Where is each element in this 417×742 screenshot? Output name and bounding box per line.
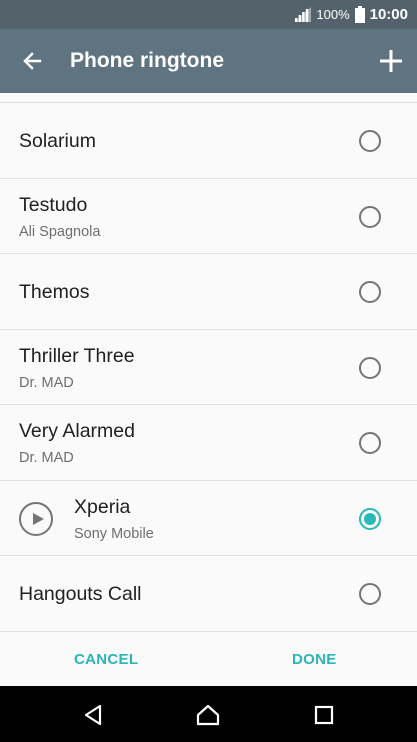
cancel-button[interactable]: CANCEL bbox=[74, 651, 138, 668]
nav-back-button[interactable] bbox=[78, 700, 108, 730]
back-button[interactable] bbox=[14, 43, 50, 79]
ringtone-artist: Sony Mobile bbox=[74, 525, 154, 542]
ringtone-artist: Ali Spagnola bbox=[19, 223, 101, 240]
radio-button-selected[interactable] bbox=[359, 507, 381, 530]
triangle-back-icon bbox=[84, 704, 102, 726]
status-indicators: 100% 10:00 bbox=[294, 0, 408, 29]
ringtone-title: Testudo bbox=[19, 193, 88, 216]
radio-button[interactable] bbox=[359, 432, 381, 454]
arrow-back-icon bbox=[23, 52, 42, 70]
radio-button[interactable] bbox=[359, 130, 381, 152]
radio-button[interactable] bbox=[359, 356, 381, 379]
ringtone-item-themos[interactable]: Themos bbox=[0, 254, 417, 330]
ringtone-title: Very Alarmed bbox=[19, 420, 135, 442]
ringtone-title: Xperia bbox=[74, 495, 131, 518]
ringtone-item-very-alarmed[interactable]: Very Alarmed Dr. MAD bbox=[0, 405, 417, 481]
ringtone-item-thriller-three[interactable]: Thriller Three Dr. MAD bbox=[0, 330, 417, 405]
ringtone-item-testudo[interactable]: Testudo Ali Spagnola bbox=[0, 179, 417, 254]
ringtone-title: Solarium bbox=[19, 130, 96, 152]
play-circle-icon[interactable] bbox=[19, 501, 53, 536]
ringtone-item-hangouts-call[interactable]: Hangouts Call bbox=[0, 556, 417, 632]
battery-icon bbox=[354, 6, 365, 23]
add-ringtone-button[interactable] bbox=[373, 43, 409, 79]
status-time: 10:00 bbox=[369, 6, 408, 23]
ringtone-title: Themos bbox=[19, 281, 90, 303]
battery-percentage: 100% bbox=[316, 7, 350, 22]
nav-recents-button[interactable] bbox=[309, 700, 339, 730]
dialog-actions: CANCEL DONE bbox=[0, 632, 417, 686]
ringtone-item-xperia[interactable]: Xperia Sony Mobile bbox=[0, 481, 417, 556]
ringtone-list[interactable]: Solarium Testudo Ali Spagnola Themos Thr… bbox=[0, 102, 417, 632]
home-icon bbox=[196, 704, 220, 726]
radio-button[interactable] bbox=[359, 281, 381, 303]
ringtone-item-solarium[interactable]: Solarium bbox=[0, 103, 417, 179]
square-recents-icon bbox=[314, 705, 334, 725]
radio-button[interactable] bbox=[359, 583, 381, 605]
radio-button[interactable] bbox=[359, 205, 381, 228]
ringtone-artist: Dr. MAD bbox=[19, 374, 74, 391]
signal-icon bbox=[294, 7, 312, 22]
navigation-bar bbox=[0, 686, 417, 742]
status-bar: 100% 10:00 bbox=[0, 0, 417, 29]
ringtone-title: Thriller Three bbox=[19, 344, 135, 367]
page-title: Phone ringtone bbox=[70, 49, 224, 72]
ringtone-title: Hangouts Call bbox=[19, 583, 142, 605]
nav-home-button[interactable] bbox=[193, 700, 223, 730]
plus-icon bbox=[380, 50, 402, 72]
ringtone-artist: Dr. MAD bbox=[19, 450, 74, 466]
app-bar: Phone ringtone bbox=[0, 29, 417, 93]
done-button[interactable]: DONE bbox=[292, 651, 337, 668]
